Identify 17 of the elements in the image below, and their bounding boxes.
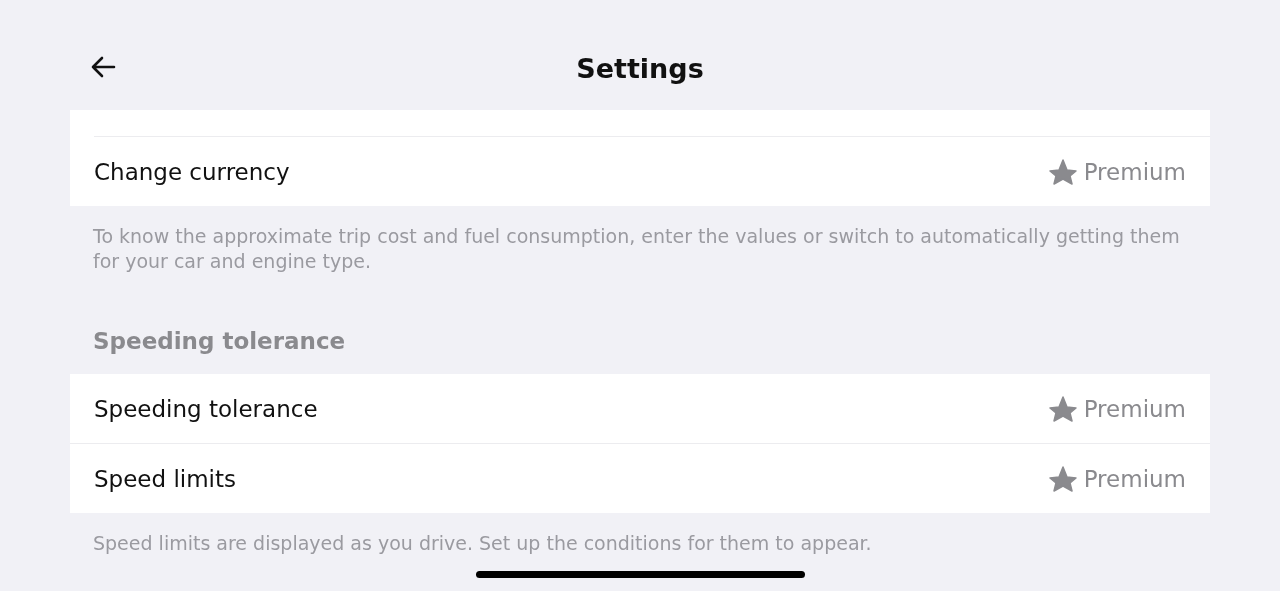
premium-label: Premium: [1083, 158, 1186, 185]
section-heading: Speeding tolerance: [93, 328, 347, 354]
star-icon: [1047, 465, 1078, 492]
settings-row[interactable]: Speeding tolerance Premium: [70, 374, 1210, 443]
premium-label: Premium: [1083, 395, 1186, 422]
row-label: Speeding tolerance: [94, 395, 319, 422]
settings-row[interactable]: Speed limits Premium: [70, 443, 1210, 513]
section-note: To know the approximate trip cost and fuel consumption, enter the values or switch to automatically getting them for your car and engine type.: [93, 224, 1181, 274]
settings-row[interactable]: Change currency Premium: [70, 137, 1210, 206]
premium-label: Premium: [1083, 465, 1186, 492]
section-note: Speed limits are displayed as you drive. Set up the conditions for them to appear.: [93, 531, 873, 556]
star-icon: [1047, 395, 1078, 422]
row-label: Change currency: [94, 158, 291, 185]
back-arrow-icon: [90, 56, 116, 78]
row-label: Speed limits: [94, 465, 237, 492]
star-icon: [1047, 158, 1078, 185]
screen-title: Settings: [576, 52, 704, 84]
